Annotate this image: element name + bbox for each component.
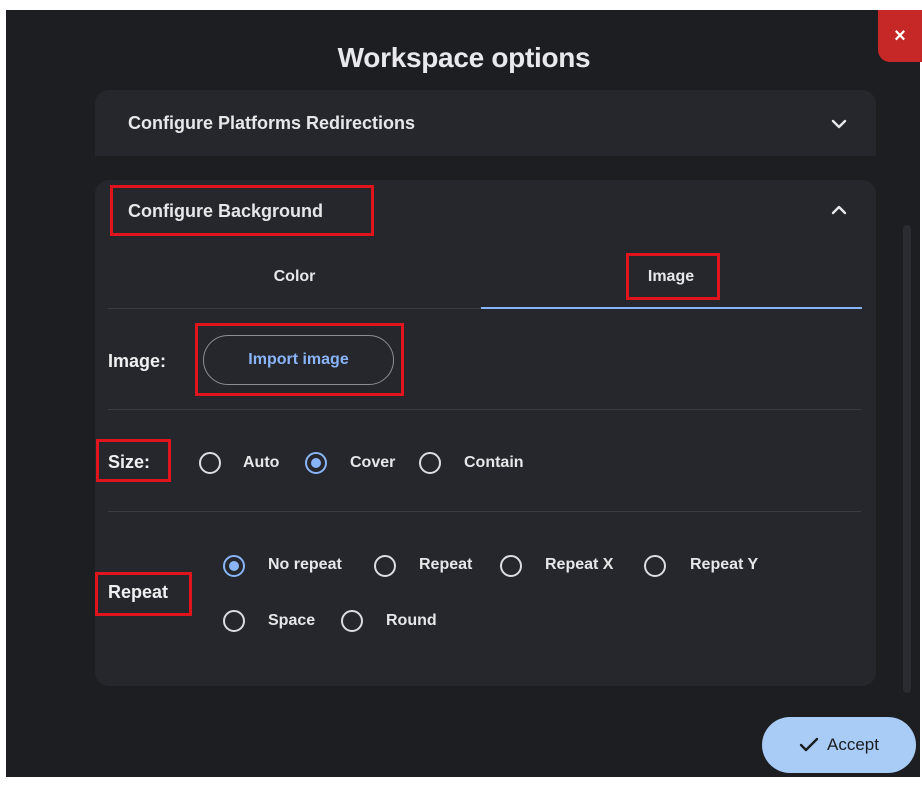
repeat-repeat-label: Repeat (419, 556, 473, 573)
image-divider (108, 409, 861, 410)
checkmark-icon (799, 737, 819, 752)
dialog-title: Workspace options (337, 42, 591, 73)
repeat-round-radio[interactable] (341, 610, 363, 632)
size-contain-label: Contain (464, 454, 524, 471)
import-image-button[interactable]: Import image (203, 335, 394, 385)
chevron-up-icon[interactable] (830, 204, 848, 216)
tab-image[interactable]: Image (481, 268, 861, 286)
repeat-x-radio[interactable] (500, 555, 522, 577)
tab-color[interactable]: Color (108, 268, 481, 286)
repeat-space-label: Space (268, 612, 316, 629)
platforms-section[interactable]: Configure Platforms Redirections (95, 90, 876, 156)
tabs-divider (108, 308, 481, 309)
repeat-repeat-radio[interactable] (374, 555, 396, 577)
repeat-y-label: Repeat Y (690, 556, 759, 573)
size-auto-radio[interactable] (199, 452, 221, 474)
background-section-header[interactable]: Configure Background (128, 201, 323, 222)
background-section: Configure Background (95, 180, 876, 686)
repeat-label: Repeat (108, 582, 169, 602)
repeat-y-radio[interactable] (644, 555, 666, 577)
size-contain-radio[interactable] (419, 452, 441, 474)
repeat-no-repeat-radio[interactable] (223, 555, 245, 577)
size-cover-label: Cover (350, 454, 396, 471)
size-label: Size: (108, 452, 151, 472)
accept-button[interactable]: Accept (762, 717, 916, 773)
size-cover-radio[interactable] (305, 452, 327, 474)
repeat-x-label: Repeat X (545, 556, 614, 573)
accept-label: Accept (827, 735, 879, 754)
size-auto-label: Auto (243, 454, 280, 471)
repeat-space-radio[interactable] (223, 610, 245, 632)
active-tab-indicator (481, 307, 862, 309)
repeat-round-label: Round (386, 612, 437, 629)
platforms-section-header: Configure Platforms Redirections (128, 113, 416, 133)
size-divider (108, 511, 861, 512)
repeat-no-repeat-label: No repeat (268, 556, 342, 573)
chevron-down-icon (831, 119, 847, 129)
dialog-scrollbar[interactable] (903, 225, 911, 693)
image-label: Image: (108, 351, 167, 371)
